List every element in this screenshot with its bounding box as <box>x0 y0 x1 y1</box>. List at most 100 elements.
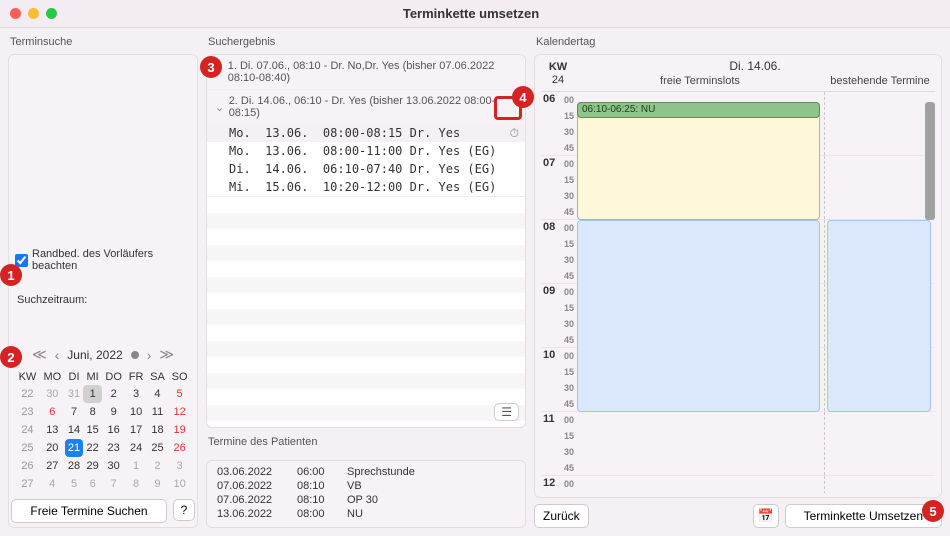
patient-appointment-row[interactable]: 13.06.202208:00NU <box>207 507 525 521</box>
annotation-4: 4 <box>512 86 534 108</box>
annotation-3: 3 <box>200 56 222 78</box>
patient-appointment-row[interactable]: 07.06.202208:10VB <box>207 479 525 493</box>
apply-chain-button[interactable]: Terminkette Umsetzen <box>785 504 942 528</box>
patient-appointments-header: Termine des Patienten <box>206 434 526 454</box>
calendar-week-number: 25 <box>15 439 40 457</box>
day-date-label: Di. 14.06. <box>575 59 935 73</box>
hour-label: 1100153045 <box>541 412 575 475</box>
randbed-checkbox[interactable] <box>15 254 28 267</box>
close-window-button[interactable] <box>10 8 21 19</box>
calendar-day[interactable]: 10 <box>125 403 146 421</box>
calendar-prev-fast-icon[interactable]: ≪ <box>32 346 47 363</box>
calendar-day[interactable]: 2 <box>102 385 125 403</box>
calendar-day[interactable]: 7 <box>102 475 125 493</box>
calendar-day[interactable]: 30 <box>40 385 65 403</box>
calendar-day[interactable]: 31 <box>65 385 84 403</box>
calendar-day[interactable]: 2 <box>147 457 168 475</box>
calendar-weekday: FR <box>125 369 146 385</box>
calendar-day[interactable]: 4 <box>40 475 65 493</box>
search-result-slot[interactable]: Di. 14.06. 06:10-07:40 Dr. Yes (EG) <box>207 160 525 178</box>
result-settings-button[interactable]: ☰ <box>494 403 519 421</box>
calendar-day[interactable]: 9 <box>102 403 125 421</box>
calendar-day[interactable]: 10 <box>168 475 191 493</box>
hour-label: 1000153045 <box>541 348 575 411</box>
calendar-day[interactable]: 8 <box>125 475 146 493</box>
terminsuche-header: Terminsuche <box>8 34 198 54</box>
calendar-day[interactable]: 11 <box>147 403 168 421</box>
patient-appointment-row[interactable]: 07.06.202208:10OP 30 <box>207 493 525 507</box>
calendar-day[interactable]: 18 <box>147 421 168 439</box>
clock-icon[interactable]: ⏱ <box>510 126 519 141</box>
calendar-day[interactable]: 6 <box>83 475 102 493</box>
calendar-prev-icon[interactable]: ‹ <box>55 347 60 363</box>
calendar-day[interactable]: 14 <box>65 421 84 439</box>
calendar-day[interactable]: 3 <box>168 457 191 475</box>
calendar-week-number: 24 <box>15 421 40 439</box>
search-result-slot[interactable]: Mo. 13.06. 08:00-08:15 Dr. Yes⏱ <box>207 124 525 142</box>
calendar-day[interactable]: 29 <box>83 457 102 475</box>
chevron-down-icon: ⌄ <box>215 101 225 114</box>
minimize-window-button[interactable] <box>28 8 39 19</box>
calendar-day[interactable]: 22 <box>83 439 102 457</box>
calendar-day[interactable]: 28 <box>65 457 84 475</box>
time-grid[interactable]: 060015304506:10-06:25: NU 070015304508001… <box>541 91 935 493</box>
search-result-slot[interactable]: Mo. 13.06. 08:00-11:00 Dr. Yes (EG) <box>207 142 525 160</box>
calendar-day[interactable]: 30 <box>102 457 125 475</box>
calendar-weekday: KW <box>15 369 40 385</box>
result-group-2[interactable]: ⌄ 2. Di. 14.06., 06:10 - Dr. Yes (bisher… <box>207 90 525 124</box>
calendar-day[interactable]: 20 <box>40 439 65 457</box>
calendar-week-number: 27 <box>15 475 40 493</box>
calendar-today-dot[interactable] <box>131 351 139 359</box>
zoom-window-button[interactable] <box>46 8 57 19</box>
calendar-day[interactable]: 17 <box>125 421 146 439</box>
calendar-weekday: MI <box>83 369 102 385</box>
calendar-day[interactable]: 27 <box>40 457 65 475</box>
calendar-day[interactable]: 21 <box>65 439 84 457</box>
calendar-day[interactable]: 26 <box>168 439 191 457</box>
kw-number: 24 <box>541 74 575 87</box>
calendar-day[interactable]: 3 <box>125 385 146 403</box>
calendar-day[interactable]: 16 <box>102 421 125 439</box>
titlebar: Terminkette umsetzen <box>0 0 950 28</box>
calendar-day[interactable]: 23 <box>102 439 125 457</box>
calendar-day[interactable]: 9 <box>147 475 168 493</box>
calendar-day[interactable]: 12 <box>168 403 191 421</box>
calendar-weekday: SA <box>147 369 168 385</box>
suchergebnis-header: Suchergebnis <box>206 34 526 54</box>
calendar-day[interactable]: 19 <box>168 421 191 439</box>
calendar-weekday: DO <box>102 369 125 385</box>
hour-label: 1200153045 <box>541 476 575 493</box>
calendar-week-number: 26 <box>15 457 40 475</box>
calendar-icon-button[interactable]: 📅 <box>753 504 779 528</box>
kalendertag-header: Kalendertag <box>534 34 942 54</box>
calendar-day[interactable]: 1 <box>125 457 146 475</box>
suchzeitraum-label: Suchzeitraum: <box>11 294 195 306</box>
annotation-5: 5 <box>922 500 944 522</box>
help-button[interactable]: ? <box>173 499 195 521</box>
hour-label: 0800153045 <box>541 220 575 283</box>
calendar-day[interactable]: 5 <box>65 475 84 493</box>
back-button[interactable]: Zurück <box>534 504 589 528</box>
calendar-day[interactable]: 6 <box>40 403 65 421</box>
appointment-block[interactable]: 06:10-06:25: NU <box>577 102 820 118</box>
hour-label: 0700153045 <box>541 156 575 219</box>
search-result-slot[interactable]: Mi. 15.06. 10:20-12:00 Dr. Yes (EG) <box>207 178 525 196</box>
calendar-day[interactable]: 7 <box>65 403 84 421</box>
calendar-grid: KWMODIMIDOFRSASO 22303112345236789101112… <box>15 369 191 493</box>
calendar-day[interactable]: 13 <box>40 421 65 439</box>
calendar-day[interactable]: 8 <box>83 403 102 421</box>
search-free-slots-button[interactable]: Freie Termine Suchen <box>11 499 167 523</box>
calendar-day[interactable]: 25 <box>147 439 168 457</box>
calendar-day[interactable]: 24 <box>125 439 146 457</box>
calendar-week-number: 23 <box>15 403 40 421</box>
calendar-day[interactable]: 1 <box>83 385 102 403</box>
calendar-next-fast-icon[interactable]: ≫ <box>159 346 174 363</box>
patient-appointment-row[interactable]: 03.06.202206:00Sprechstunde <box>207 465 525 479</box>
calendar-day[interactable]: 5 <box>168 385 191 403</box>
calendar-day[interactable]: 4 <box>147 385 168 403</box>
calendar-day[interactable]: 15 <box>83 421 102 439</box>
result-group-1[interactable]: › 1. Di. 07.06., 08:10 - Dr. No,Dr. Yes … <box>207 55 525 89</box>
calendar-next-icon[interactable]: › <box>147 347 152 363</box>
calendar-month-label: Juni, 2022 <box>67 348 122 362</box>
hour-label: 0600153045 <box>541 92 575 155</box>
